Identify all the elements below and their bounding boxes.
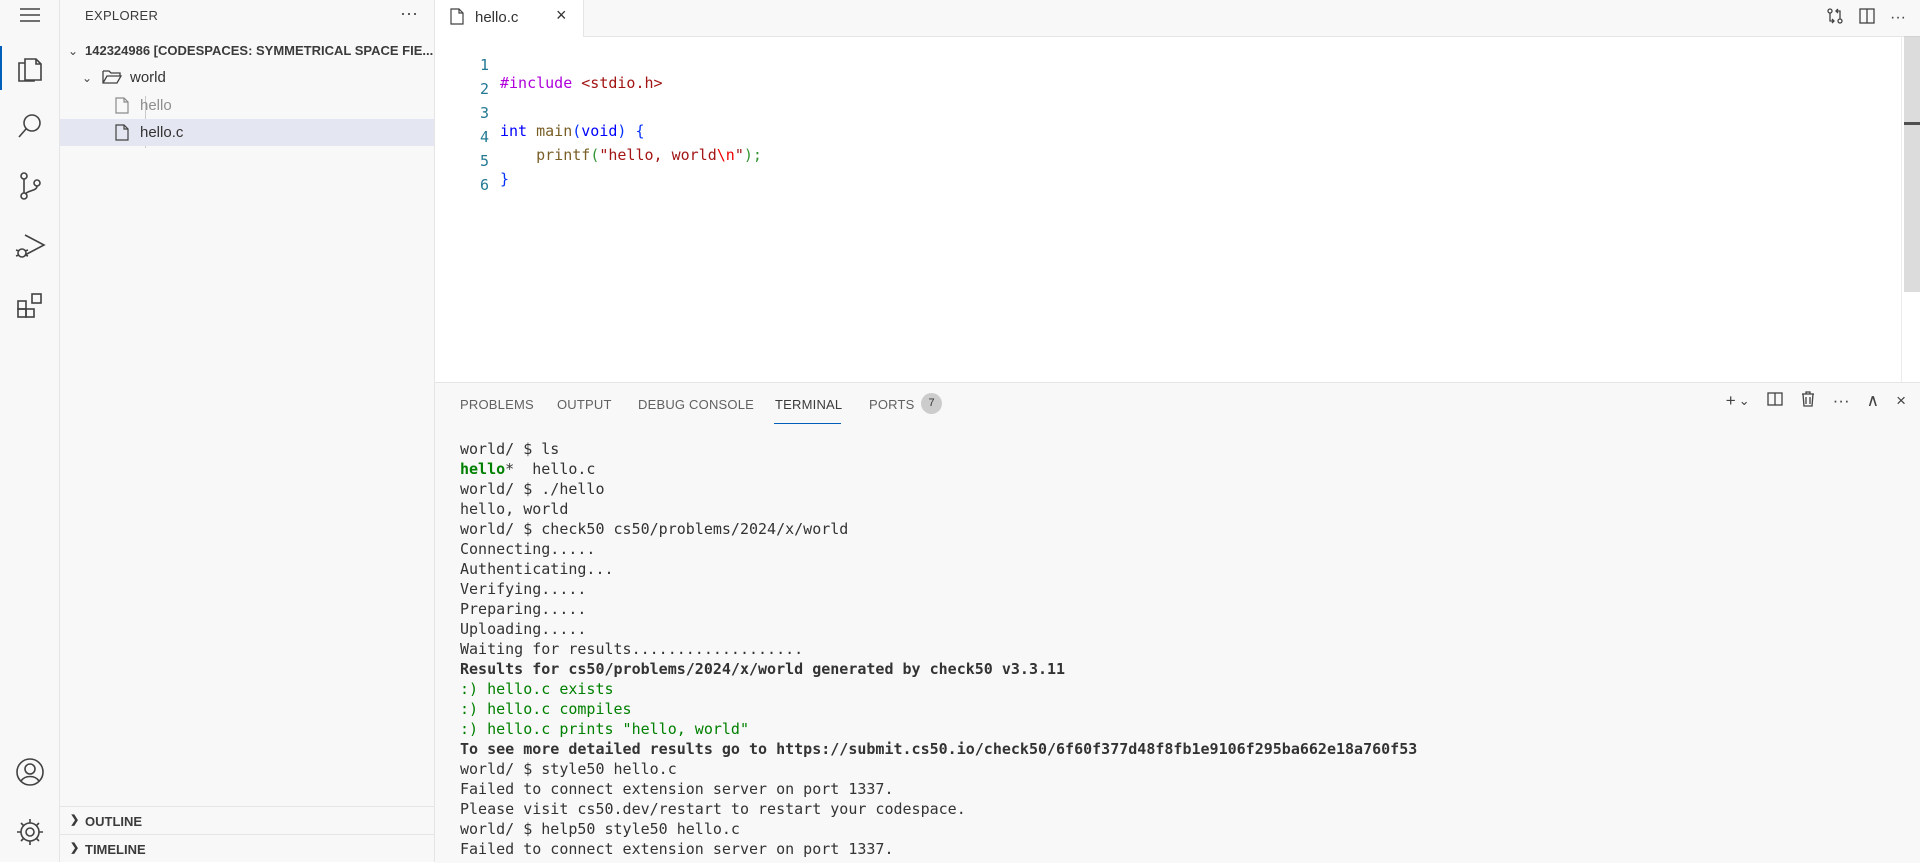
tab-ports[interactable]: PORTS — [869, 397, 915, 412]
cursor-position-marker — [1904, 122, 1920, 125]
search-icon[interactable] — [0, 98, 59, 154]
file-icon — [115, 97, 129, 118]
line-number: 6 — [479, 176, 489, 194]
chevron-down-icon[interactable]: ⌄ — [1739, 391, 1750, 412]
explorer-sidebar: EXPLORER ··· ⌄ 142324986 [CODESPACES: SY… — [60, 0, 435, 862]
code-line: 5 } — [435, 134, 1835, 188]
activity-bar — [0, 0, 60, 862]
split-terminal-icon[interactable] — [1766, 391, 1783, 412]
editor-area: hello.c × ··· 1 #include <stdio.h> 2 3 i… — [435, 0, 1920, 382]
terminal-output[interactable]: world/ $ ls hello* hello.c world/ $ ./he… — [460, 439, 1900, 859]
terminal-line: hello* hello.c — [460, 459, 1900, 479]
terminal-line: :) hello.c exists — [460, 680, 614, 698]
terminal-line: Preparing..... — [460, 600, 587, 618]
chevron-down-icon: ⌄ — [82, 70, 93, 85]
maximize-panel-icon[interactable]: ∧ — [1867, 391, 1879, 412]
file-label: hello.c — [140, 124, 184, 141]
outline-section[interactable]: ❯ OUTLINE — [60, 806, 434, 835]
ports-count-badge: 7 — [921, 393, 942, 414]
panel-actions: + ⌄ ··· ∧ × — [1726, 391, 1920, 412]
active-tab-indicator — [774, 423, 841, 424]
terminal-line: Connecting..... — [460, 540, 596, 558]
menu-icon[interactable] — [0, 0, 59, 30]
editor-actions: ··· — [1826, 0, 1920, 36]
terminal-line: Results for cs50/problems/2024/x/world g… — [460, 660, 1066, 678]
tab-debug-console[interactable]: DEBUG CONSOLE — [638, 397, 754, 412]
code-line: 6 — [435, 158, 1835, 194]
terminal-line: world/ $ help50 style50 hello.c — [460, 820, 740, 838]
timeline-section[interactable]: ❯ TIMELINE — [60, 834, 434, 863]
code-line: 2 — [435, 62, 1835, 98]
timeline-label: TIMELINE — [85, 842, 146, 857]
extensions-icon[interactable] — [0, 278, 59, 334]
scrollbar-thumb[interactable] — [1904, 36, 1920, 292]
terminal-line: :) hello.c prints "hello, world" — [460, 720, 749, 738]
terminal-line: world/ $ check50 cs50/problems/2024/x/wo… — [460, 520, 849, 538]
code-line: 1 #include <stdio.h> — [435, 38, 1835, 92]
outline-label: OUTLINE — [85, 814, 143, 829]
terminal-line: Failed to connect extension server on po… — [460, 780, 894, 798]
terminal-line: Authenticating... — [460, 560, 614, 578]
open-changes-icon[interactable] — [1826, 7, 1844, 30]
terminal-line: world/ $ ./hello — [460, 480, 605, 498]
explorer-icon[interactable] — [0, 40, 59, 96]
terminal-token: * hello.c — [505, 460, 596, 478]
terminal-line: hello, world — [460, 500, 569, 518]
more-actions-icon[interactable]: ··· — [1890, 9, 1906, 27]
tab-problems[interactable]: PROBLEMS — [460, 397, 534, 412]
file-icon — [115, 124, 129, 145]
terminal-line: world/ $ style50 hello.c — [460, 760, 677, 778]
chevron-down-icon: ⌄ — [68, 43, 79, 58]
bottom-panel: PROBLEMS OUTPUT DEBUG CONSOLE TERMINAL P… — [435, 382, 1920, 863]
chevron-right-icon: ❯ — [70, 842, 80, 854]
terminal-line: world/ $ ls — [460, 440, 560, 458]
tab-hello-c[interactable]: hello.c × — [435, 0, 584, 37]
terminal-line: To see more detailed results go to https… — [460, 740, 1418, 758]
editor-scrollbar[interactable] — [1901, 36, 1920, 382]
chevron-right-icon: ❯ — [70, 814, 80, 826]
code-line: 3 int main(void) { — [435, 86, 1835, 140]
run-debug-icon[interactable] — [0, 218, 59, 274]
code-editor[interactable]: 1 #include <stdio.h> 2 3 int main(void) … — [435, 36, 1900, 382]
sidebar-title: EXPLORER — [85, 8, 159, 23]
close-icon[interactable]: × — [556, 5, 567, 26]
sidebar-header: EXPLORER ··· — [60, 0, 434, 30]
tree-file-hello[interactable]: hello — [60, 92, 434, 119]
source-control-icon[interactable] — [0, 158, 59, 214]
terminal-line: Waiting for results................... — [460, 640, 804, 658]
workspace-root[interactable]: ⌄ 142324986 [CODESPACES: SYMMETRICAL SPA… — [60, 37, 434, 64]
terminal-token: hello — [460, 460, 506, 478]
terminal-line: Uploading..... — [460, 620, 587, 638]
split-editor-icon[interactable] — [1858, 7, 1876, 30]
workspace-root-label: 142324986 [CODESPACES: SYMMETRICAL SPACE… — [85, 43, 434, 58]
new-terminal-icon[interactable]: + — [1726, 391, 1736, 412]
terminal-line: :) hello.c compiles — [460, 700, 632, 718]
editor-tab-bar: hello.c × ··· — [435, 0, 1920, 37]
tree-file-hello-c[interactable]: hello.c — [60, 119, 434, 146]
tab-terminal[interactable]: TERMINAL — [775, 397, 842, 412]
more-actions-icon[interactable]: ··· — [400, 3, 418, 24]
trash-icon[interactable] — [1800, 391, 1816, 412]
tab-label: hello.c — [475, 9, 519, 26]
file-icon — [450, 8, 464, 30]
file-label: hello — [140, 97, 172, 114]
close-panel-icon[interactable]: × — [1896, 391, 1906, 412]
tree-folder-world[interactable]: ⌄ world — [60, 64, 434, 91]
terminal-line: Failed to connect extension server on po… — [460, 840, 894, 858]
folder-label: world — [130, 69, 166, 86]
tab-output[interactable]: OUTPUT — [557, 397, 612, 412]
folder-open-icon — [102, 69, 123, 89]
terminal-line: Please visit cs50.dev/restart to restart… — [460, 800, 966, 818]
accounts-icon[interactable] — [0, 744, 59, 800]
settings-gear-icon[interactable] — [0, 804, 59, 860]
more-actions-icon[interactable]: ··· — [1833, 391, 1850, 412]
code-line: 4 printf("hello, world\n"); — [435, 110, 1835, 164]
terminal-line: Verifying..... — [460, 580, 587, 598]
